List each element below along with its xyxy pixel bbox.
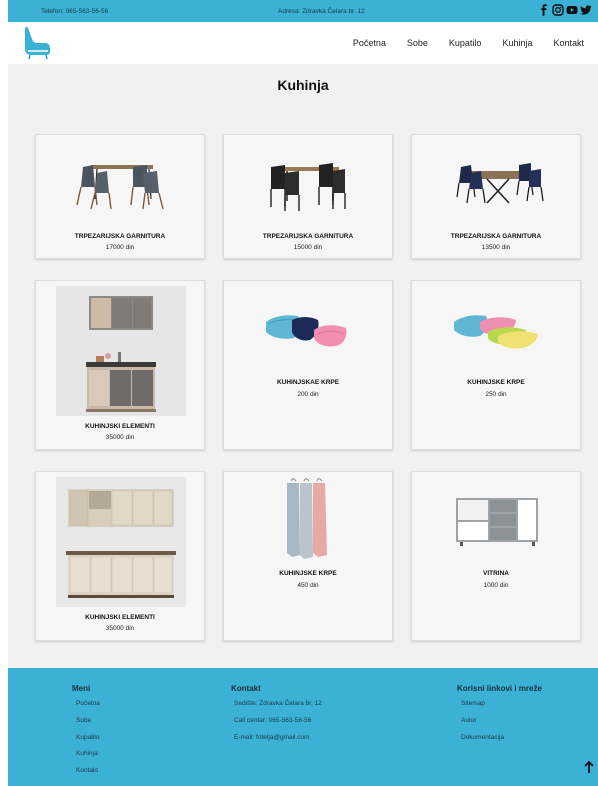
product-name: TRPEZARIJSKA GARNITURA [450, 233, 542, 240]
footer-link-sitemap[interactable]: Sitemap [461, 700, 485, 707]
top-info-bar: Telefon: 065-563-56-56 Adresa: Zdravka Č… [8, 0, 598, 22]
product-image [266, 315, 347, 347]
nav-link-pocetna[interactable]: Početna [353, 38, 386, 48]
product-card[interactable]: TRPEZARIJSKA GARNITURA 17000 din [35, 134, 205, 259]
product-image [454, 315, 538, 349]
product-card[interactable]: TRPEZARIJSKA GARNITURA 15000 din [223, 134, 393, 259]
footer-link-autor[interactable]: Autor [461, 717, 477, 724]
footer-link-kupatilo[interactable]: Kupatilo [76, 734, 100, 741]
footer-contact-address: Sedište: Zdravka Čelara br. 12 [234, 700, 322, 707]
product-image [287, 478, 327, 559]
facebook-icon[interactable] [538, 4, 550, 16]
product-price: 1000 din [483, 582, 509, 589]
arrow-up-icon[interactable] [584, 760, 594, 774]
product-price: 35000 din [105, 625, 135, 632]
nav-link-kuhinja[interactable]: Kuhinja [502, 38, 532, 48]
nav-link-sobe[interactable]: Sobe [407, 38, 428, 48]
product-price: 200 din [297, 391, 319, 398]
product-card[interactable]: KUHINJSKAE KRPE 200 din [223, 280, 393, 450]
product-price: 15000 din [293, 244, 323, 251]
product-card[interactable]: KUHINJSKE KRPE 450 din [223, 471, 393, 641]
footer-contact-heading: Kontakt [231, 684, 261, 693]
product-name: VITRINA [483, 570, 509, 577]
youtube-icon[interactable] [566, 4, 578, 16]
page-title: Kuhinja [277, 77, 329, 93]
product-image [56, 477, 186, 607]
product-name: KUHINJSKI ELEMENTI [85, 614, 155, 621]
footer-contact-phone: Call centar: 065-563-56-56 [234, 717, 312, 724]
footer-menu-heading: Meni [72, 684, 91, 693]
footer: Meni Početna Sobe Kupatilo Kuhinja Konta… [8, 668, 598, 786]
twitter-icon[interactable] [580, 4, 592, 16]
address-text: Adresa: Zdravka Čelara br. 12 [278, 8, 365, 15]
footer-link-kuhinja[interactable]: Kuhinja [76, 750, 98, 757]
nav-links: Početna Sobe Kupatilo Kuhinja Kontakt [332, 38, 584, 48]
product-image [56, 286, 186, 416]
social-links [538, 4, 592, 16]
instagram-icon[interactable] [552, 4, 564, 16]
product-name: KUHINJSKE KRPE [279, 570, 337, 577]
page: Telefon: 065-563-56-56 Adresa: Zdravka Č… [8, 0, 598, 786]
product-image [76, 165, 164, 210]
product-name: KUHINJSKE KRPE [467, 379, 525, 386]
footer-links-heading: Korisni linkovi i mreže [457, 684, 542, 693]
nav-link-kupatilo[interactable]: Kupatilo [449, 38, 482, 48]
product-card[interactable]: KUHINJSKI ELEMENTI 35000 din [35, 280, 205, 450]
product-card[interactable]: VITRINA 1000 din [411, 471, 581, 641]
nav-link-kontakt[interactable]: Kontakt [553, 38, 584, 48]
footer-link-dokumentacija[interactable]: Dokumentacija [461, 734, 504, 741]
main-navbar: Početna Sobe Kupatilo Kuhinja Kontakt [8, 22, 598, 64]
armchair-logo-icon[interactable] [23, 25, 51, 59]
product-price: 250 din [485, 391, 507, 398]
product-price: 35000 din [105, 434, 135, 441]
product-name: TRPEZARIJSKA GARNITURA [74, 233, 166, 240]
footer-link-pocetna[interactable]: Početna [76, 700, 100, 707]
footer-link-sobe[interactable]: Sobe [76, 717, 91, 724]
product-card[interactable]: TRPEZARIJSKA GARNITURA 13500 din [411, 134, 581, 259]
product-image [270, 163, 346, 211]
phone-text: Telefon: 065-563-56-56 [41, 8, 109, 15]
product-image [456, 498, 538, 546]
product-image [456, 163, 544, 204]
product-card[interactable]: KUHINJSKE KRPE 250 din [411, 280, 581, 450]
product-card[interactable]: KUHINJSKI ELEMENTI 35000 din [35, 471, 205, 641]
footer-contact-email[interactable]: E-mail: fotelja@gmail.com [234, 734, 310, 741]
footer-link-kontakt[interactable]: Kontakt [76, 767, 98, 774]
product-name: TRPEZARIJSKA GARNITURA [262, 233, 354, 240]
product-price: 450 din [297, 582, 319, 589]
product-price: 17000 din [105, 244, 135, 251]
product-name: KUHINJSKI ELEMENTI [85, 423, 155, 430]
product-price: 13500 din [481, 244, 511, 251]
product-name: KUHINJSKAE KRPE [276, 379, 340, 386]
